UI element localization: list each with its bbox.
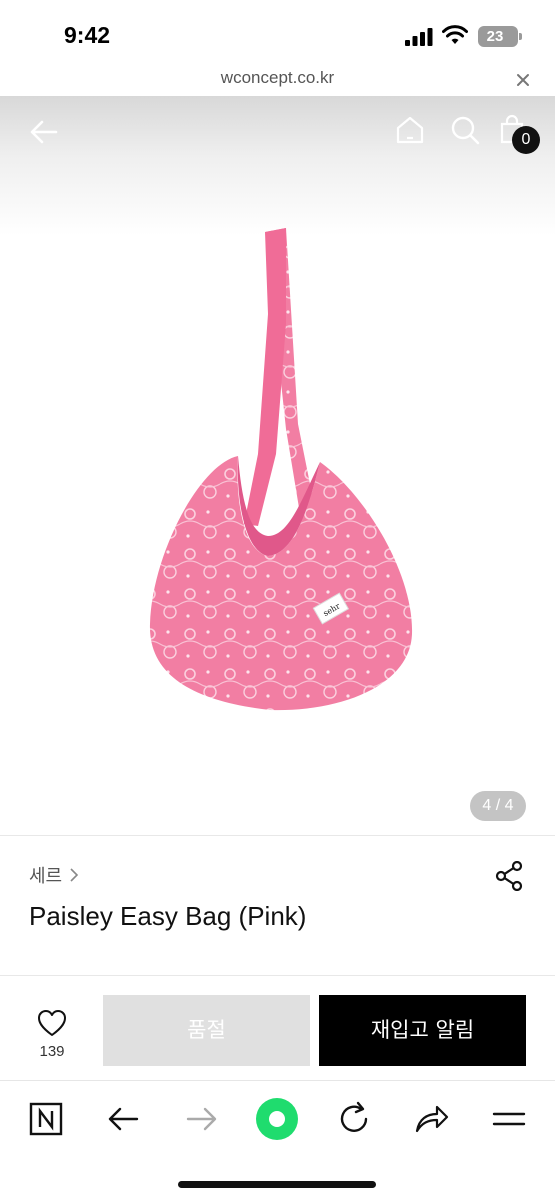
chevron-right-icon [70,868,79,882]
green-dot-icon[interactable] [255,1097,299,1141]
battery-icon: 23 [478,26,522,47]
product-gallery[interactable]: 0 sehr 4 / 4 [0,96,555,836]
cart-badge[interactable]: 0 [512,126,540,154]
share-icon[interactable] [495,861,523,891]
image-counter: 4 / 4 [470,791,526,821]
back-icon[interactable] [104,1099,144,1139]
signal-icon [405,28,433,46]
url-text[interactable]: wconcept.co.kr [0,68,555,88]
soldout-button[interactable]: 품절 [103,995,310,1066]
divider [0,975,555,976]
back-arrow-icon[interactable] [28,116,60,148]
status-bar: 9:42 23 [0,0,555,62]
url-bar[interactable]: wconcept.co.kr [0,62,555,96]
home-icon[interactable] [394,114,426,146]
refresh-icon[interactable] [334,1099,374,1139]
brand-name[interactable]: 세르 [29,862,62,888]
share-arrow-icon[interactable] [411,1099,451,1139]
product-title: Paisley Easy Bag (Pink) [29,901,307,931]
menu-icon[interactable] [489,1099,529,1139]
wifi-icon [442,25,468,44]
search-icon[interactable] [449,114,481,146]
brand-link[interactable]: 세르 [29,862,80,888]
battery-level: 23 [486,28,504,45]
close-icon[interactable] [513,70,533,90]
product-image: sehr [149,228,413,711]
like-button[interactable]: 139 [22,1005,82,1065]
status-time: 9:42 [64,22,111,48]
naver-n-icon[interactable] [26,1099,66,1139]
divider [0,835,555,836]
heart-icon[interactable] [37,1009,67,1037]
home-indicator[interactable] [178,1181,376,1188]
like-count: 139 [39,1043,65,1060]
restock-alert-button[interactable]: 재입고 알림 [319,995,526,1066]
forward-icon[interactable] [181,1099,221,1139]
